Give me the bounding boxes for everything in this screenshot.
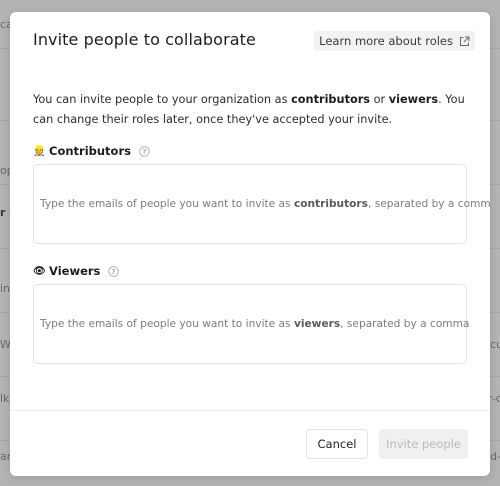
intro-text: You can invite people to your organizati… xyxy=(33,90,473,130)
contributors-placeholder: Type the emails of people you want to in… xyxy=(40,198,490,210)
intro-contributors: contributors xyxy=(291,93,371,106)
learn-more-roles-link[interactable]: Learn more about roles xyxy=(314,31,475,51)
cancel-button[interactable]: Cancel xyxy=(306,429,368,459)
learn-more-label: Learn more about roles xyxy=(319,34,453,48)
invite-dialog: Invite people to collaborate Learn more … xyxy=(10,12,490,476)
dialog-title: Invite people to collaborate xyxy=(33,30,256,49)
eye-icon: 👁 xyxy=(33,265,46,277)
svg-text:?: ? xyxy=(112,268,116,276)
dialog-footer: Cancel Invite people xyxy=(10,410,490,476)
intro-part: or xyxy=(370,93,389,106)
placeholder-text: , separated by a comma xyxy=(340,318,470,330)
viewers-email-input[interactable]: Type the emails of people you want to in… xyxy=(33,284,469,364)
background-text: d- xyxy=(490,450,500,463)
background-text: in xyxy=(0,282,11,295)
placeholder-text: , separated by a comma xyxy=(367,198,490,210)
background-text: lk xyxy=(0,392,10,405)
intro-part: You can invite people to your organizati… xyxy=(33,93,292,106)
placeholder-role: contributors xyxy=(293,198,368,210)
placeholder-text: Type the emails of people you want to in… xyxy=(40,318,294,330)
construction-worker-icon: 👷 xyxy=(33,145,46,157)
invite-people-button[interactable]: Invite people xyxy=(379,429,468,459)
dialog-header: Invite people to collaborate Learn more … xyxy=(10,12,490,72)
placeholder-role: viewers xyxy=(293,318,341,330)
viewers-placeholder: Type the emails of people you want to in… xyxy=(40,318,469,330)
viewers-label-text: Viewers xyxy=(49,264,101,278)
contributors-label-text: Contributors xyxy=(49,144,131,158)
help-circle-icon[interactable]: ? xyxy=(139,145,150,157)
intro-viewers: viewers xyxy=(388,93,439,106)
background-text: cu xyxy=(490,338,500,351)
external-link-icon xyxy=(459,36,470,47)
svg-text:?: ? xyxy=(142,148,146,156)
viewers-label: 👁 Viewers ? xyxy=(33,264,120,278)
help-circle-icon[interactable]: ? xyxy=(108,265,120,277)
placeholder-text: Type the emails of people you want to in… xyxy=(40,198,294,210)
contributors-email-input[interactable]: Type the emails of people you want to in… xyxy=(33,164,490,244)
contributors-label: 👷 Contributors ? xyxy=(33,144,150,158)
